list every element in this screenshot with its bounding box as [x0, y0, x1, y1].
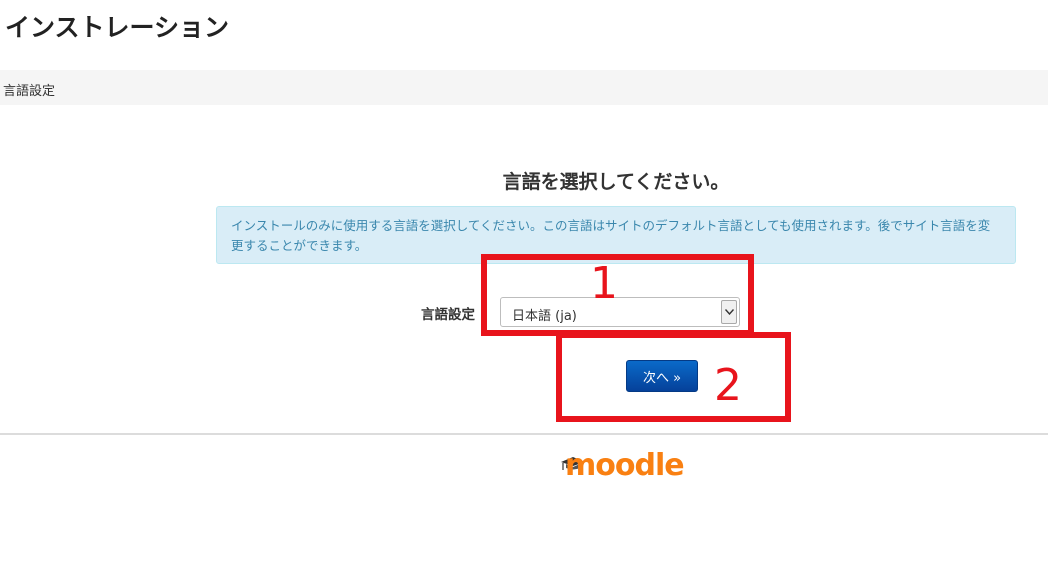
section-heading: 言語を選択してください。	[502, 171, 730, 193]
page-title: インストレーション	[5, 13, 230, 42]
language-field-label: 言語設定	[421, 307, 475, 323]
footer-divider	[0, 433, 1048, 435]
annotation-number-1: 1	[590, 258, 618, 309]
breadcrumb-item[interactable]: 言語設定	[3, 80, 55, 99]
info-alert-text: インストールのみに使用する言語を選択してください。この言語はサイトのデフォルト言…	[231, 218, 991, 253]
breadcrumb: 言語設定	[0, 70, 1048, 105]
moodle-logo-text: moodle	[565, 448, 685, 483]
moodle-logo[interactable]: moodle	[560, 448, 685, 483]
annotation-box-2	[556, 332, 791, 422]
annotation-number-2: 2	[714, 360, 742, 411]
